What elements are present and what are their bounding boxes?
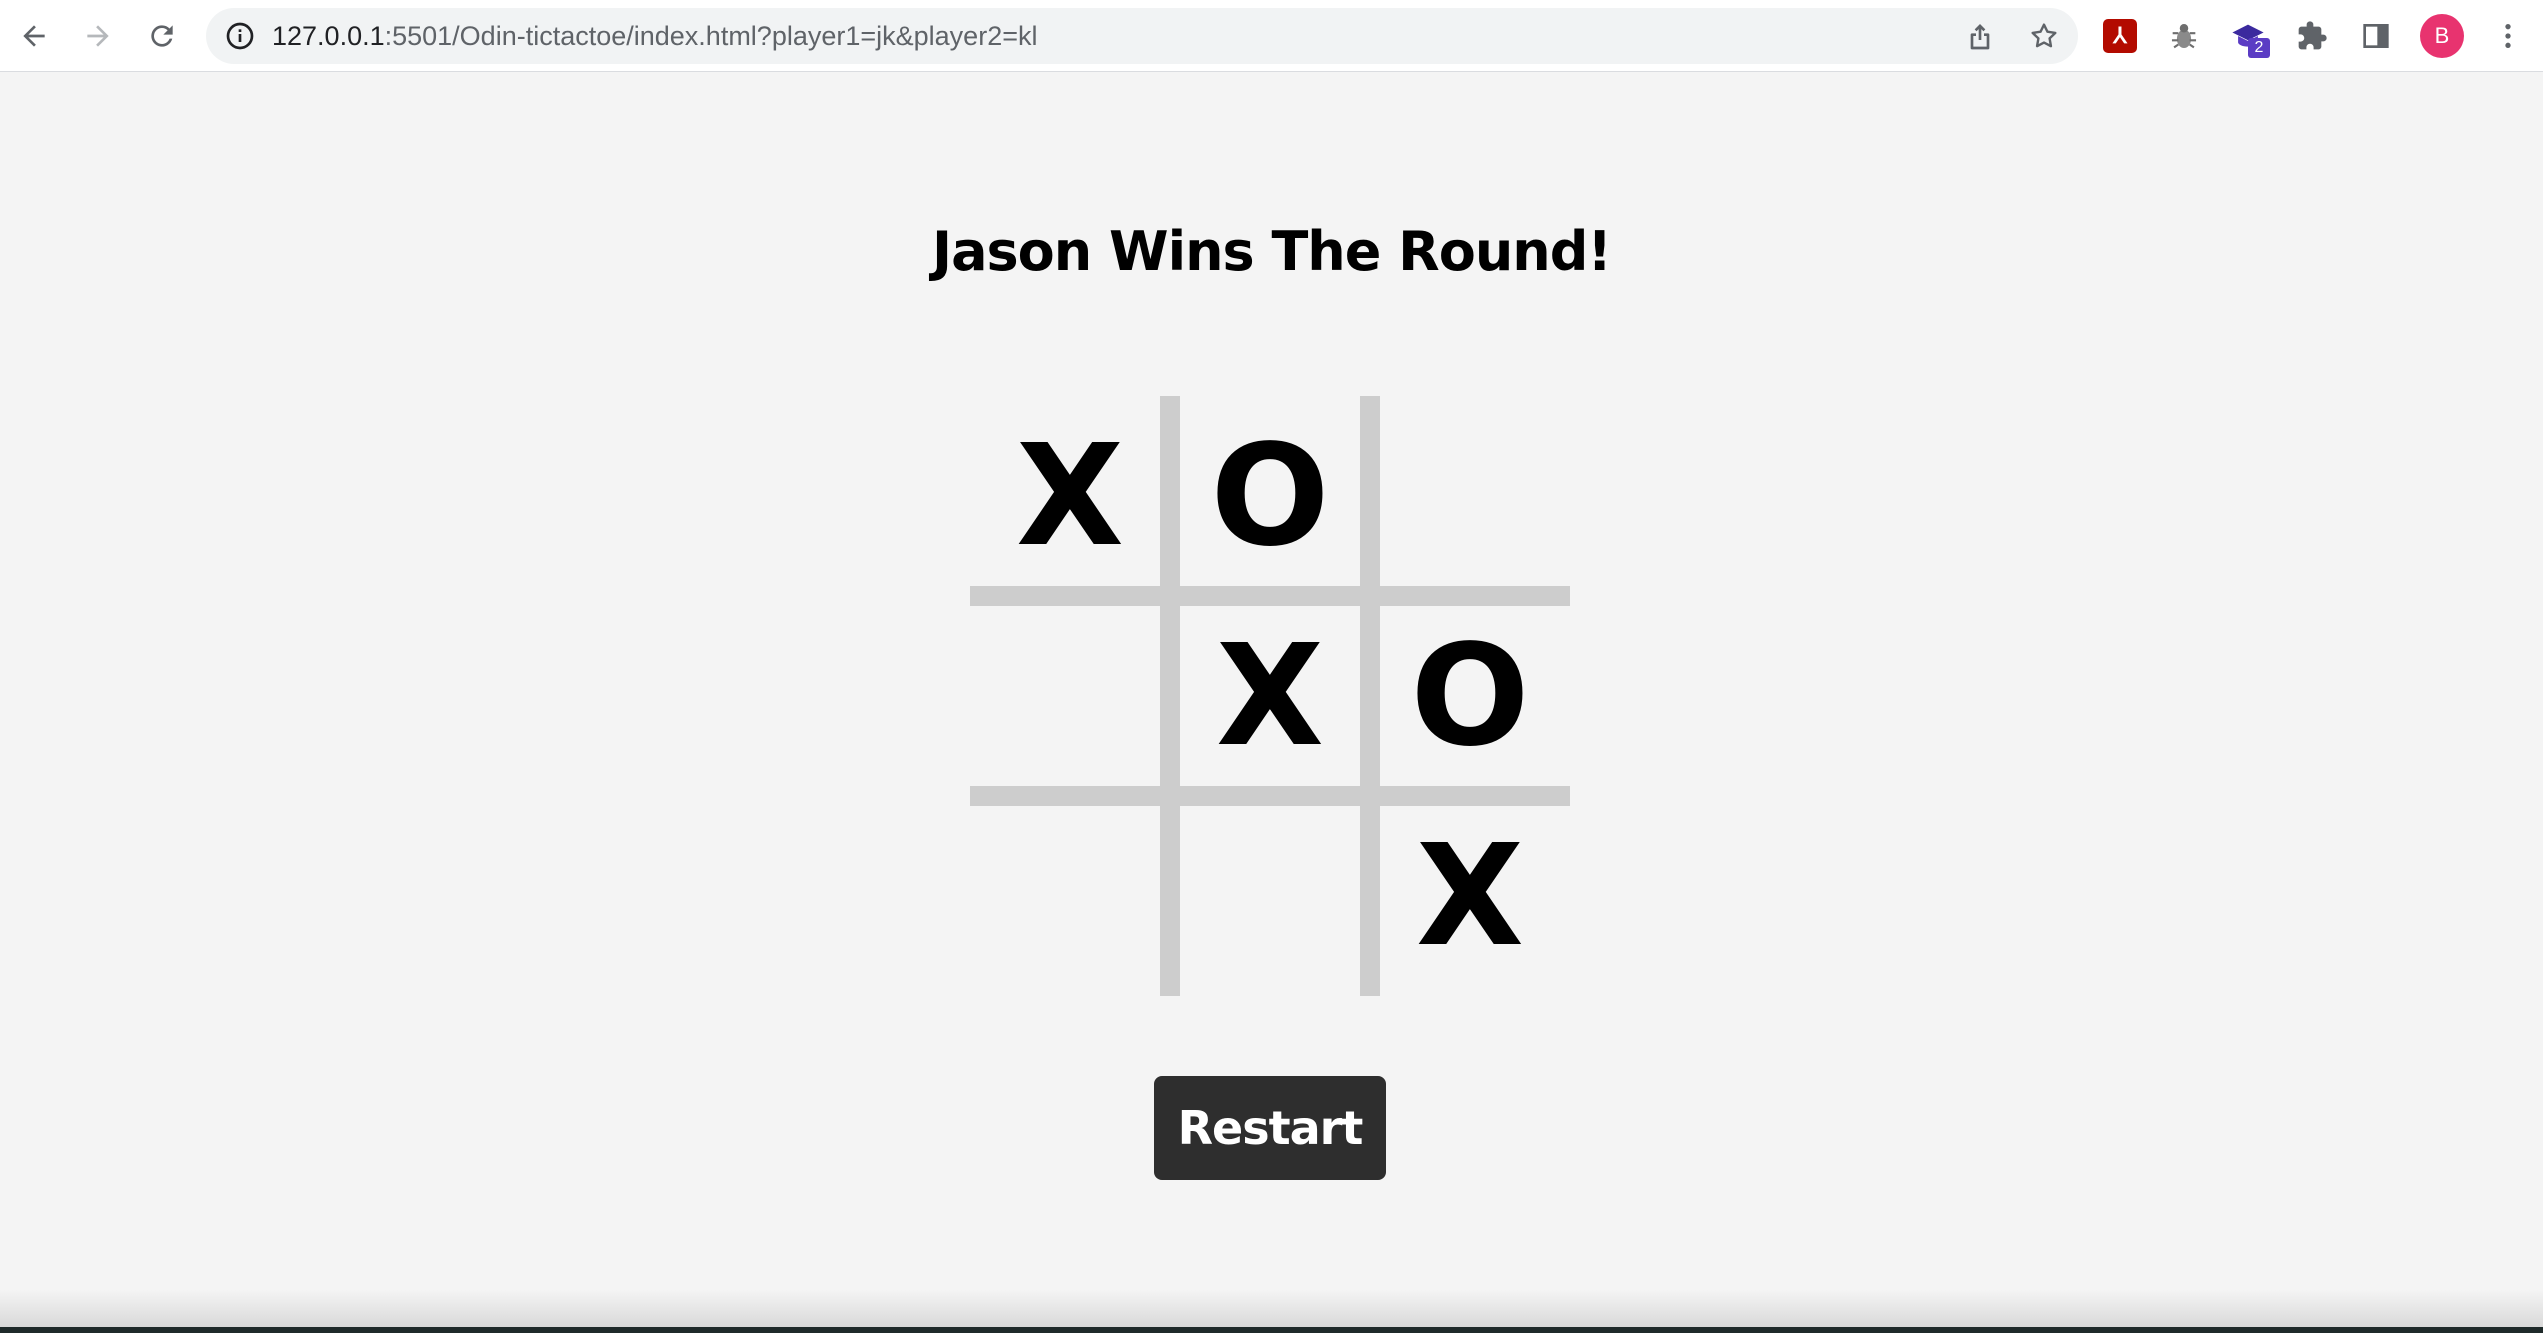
game-status-message: Jason Wins The Round! xyxy=(931,220,1612,283)
info-icon[interactable] xyxy=(224,20,256,52)
profile-avatar[interactable]: B xyxy=(2420,14,2464,58)
board-cell[interactable]: X xyxy=(1370,796,1570,996)
back-button[interactable] xyxy=(10,12,58,60)
reload-icon xyxy=(151,25,173,47)
board-cell[interactable] xyxy=(1370,396,1570,596)
board-cell[interactable]: O xyxy=(1370,596,1570,796)
desktop-strip xyxy=(0,1327,2543,1333)
share-icon[interactable] xyxy=(1964,20,1996,52)
board-cell[interactable] xyxy=(1170,796,1370,996)
forward-button[interactable] xyxy=(74,12,122,60)
back-arrow-icon xyxy=(23,25,45,47)
side-panel-button[interactable] xyxy=(2356,16,2396,56)
tictactoe-board: X O X O X xyxy=(970,396,1570,996)
address-bar[interactable]: 127.0.0.1:5501/Odin-tictactoe/index.html… xyxy=(206,8,2078,64)
bug-extension-icon xyxy=(2171,23,2197,49)
browser-menu-button[interactable] xyxy=(2488,16,2528,56)
url-path: :5501/Odin-tictactoe/index.html?player1=… xyxy=(384,21,1038,51)
board-cell[interactable]: O xyxy=(1170,396,1370,596)
pdf-extension-button[interactable]: ⅄ xyxy=(2100,16,2140,56)
pdf-extension-icon: ⅄ xyxy=(2103,19,2137,53)
board-cell[interactable] xyxy=(970,796,1170,996)
page-content: Jason Wins The Round! X O X O X Restart xyxy=(0,72,2543,1327)
window-bottom-shadow xyxy=(0,1290,2543,1327)
forward-arrow-icon xyxy=(87,25,109,47)
extension-badge: 2 xyxy=(2248,38,2270,58)
cap-extension-button[interactable]: 2 xyxy=(2228,16,2270,58)
kebab-menu-icon xyxy=(2505,24,2511,48)
pdf-extension-glyph: ⅄ xyxy=(2113,23,2127,48)
board-cell[interactable]: X xyxy=(1170,596,1370,796)
reload-button[interactable] xyxy=(138,12,186,60)
restart-button[interactable]: Restart xyxy=(1154,1076,1386,1180)
extensions-button[interactable] xyxy=(2292,16,2332,56)
bookmark-star-icon[interactable] xyxy=(2028,20,2060,52)
url-text[interactable]: 127.0.0.1:5501/Odin-tictactoe/index.html… xyxy=(272,8,1037,64)
side-panel-icon xyxy=(2363,24,2389,48)
bug-extension-button[interactable] xyxy=(2164,16,2204,56)
browser-toolbar: 127.0.0.1:5501/Odin-tictactoe/index.html… xyxy=(0,0,2543,72)
board-cell[interactable]: X xyxy=(970,396,1170,596)
url-host: 127.0.0.1 xyxy=(272,21,385,51)
board-cell[interactable] xyxy=(970,596,1170,796)
puzzle-icon xyxy=(2298,21,2327,50)
